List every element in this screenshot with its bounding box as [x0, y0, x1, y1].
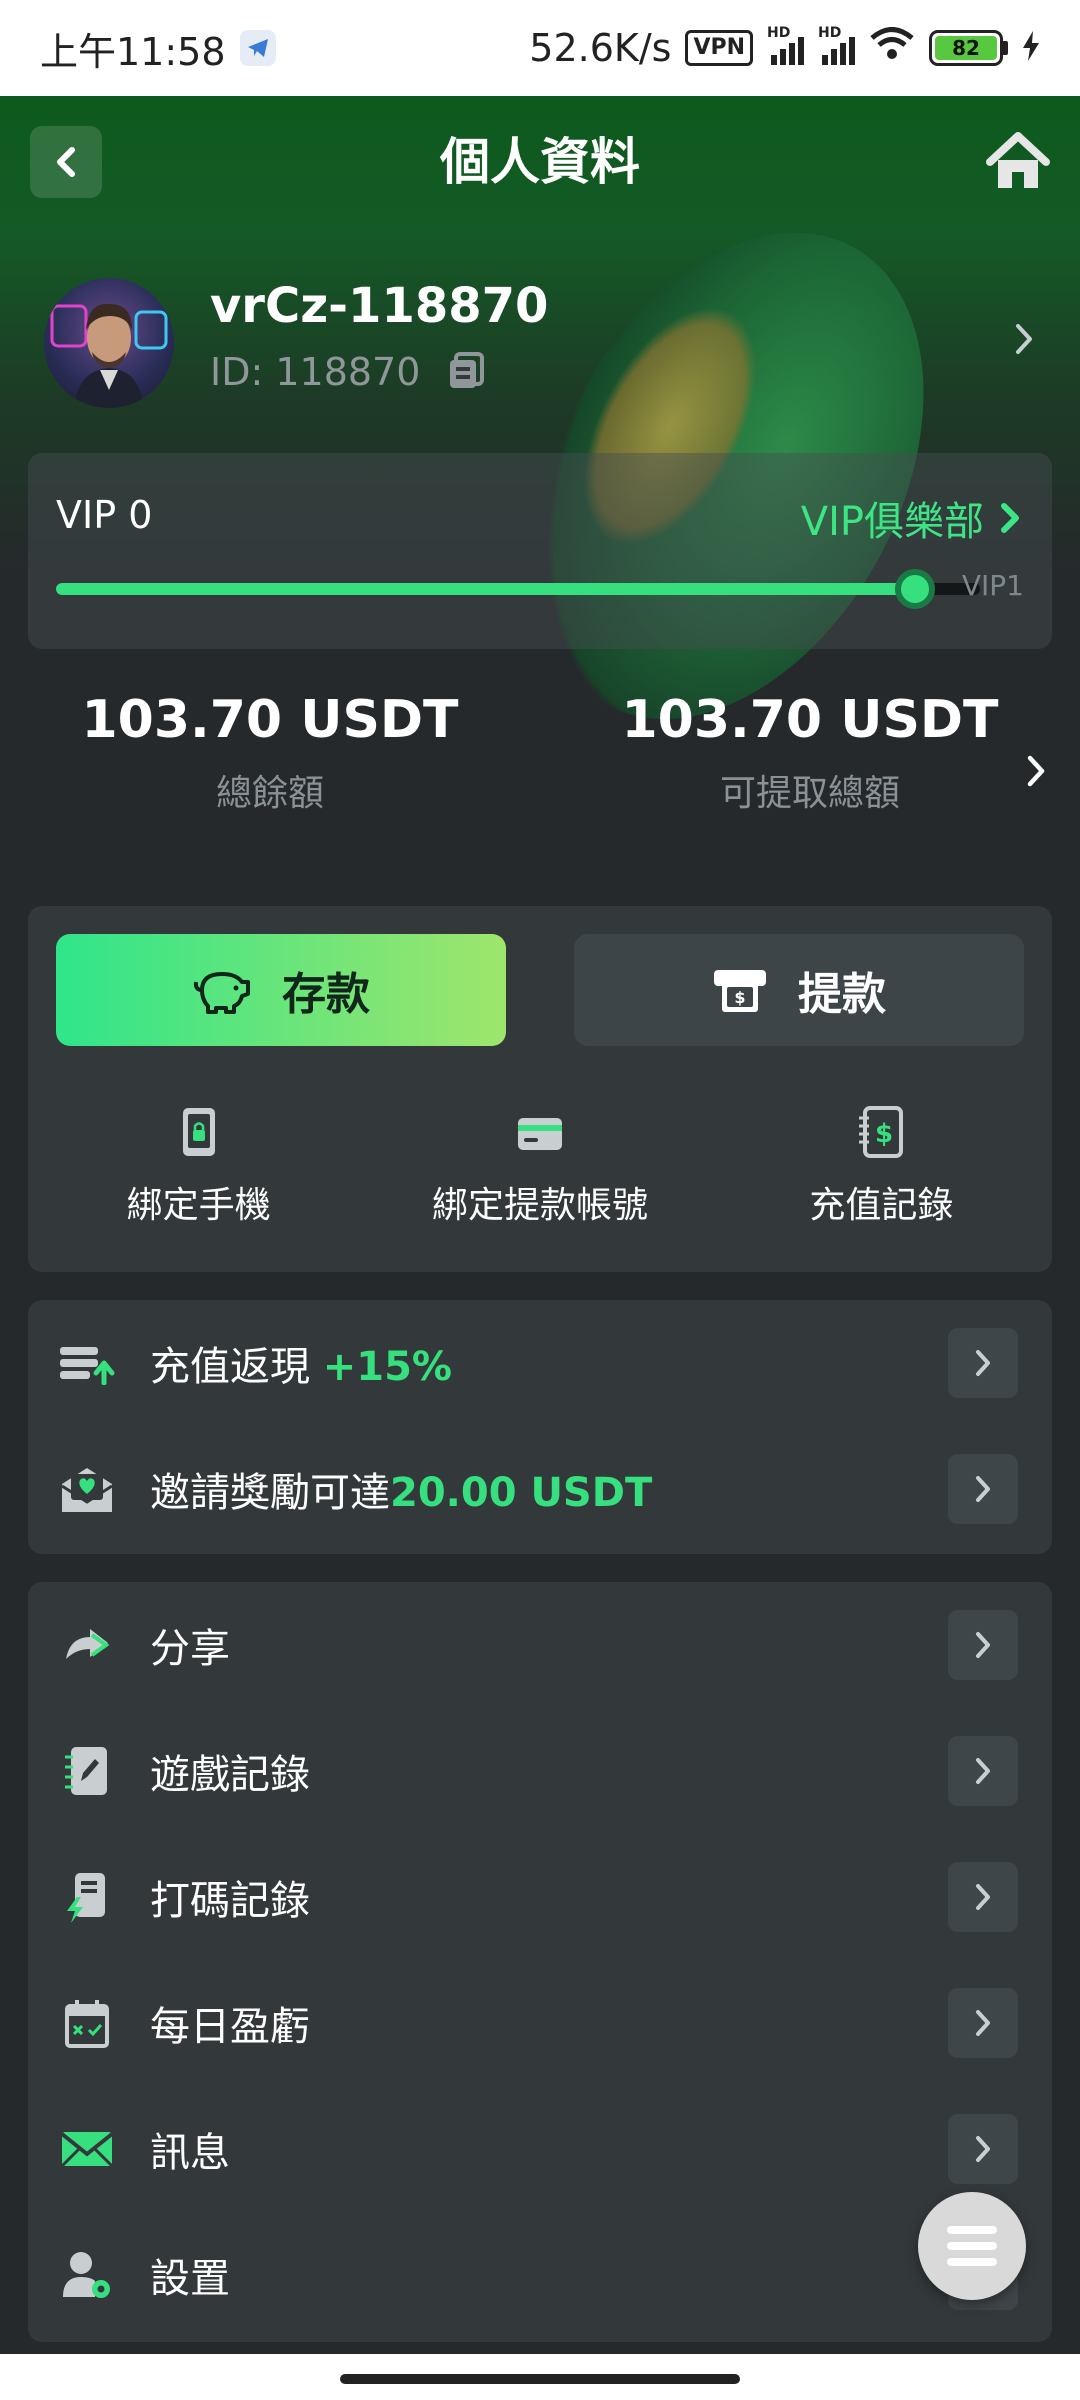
svg-text:$: $ [734, 988, 745, 1007]
dollar-notebook-icon: $ [859, 1106, 904, 1158]
chevron-right-icon[interactable] [948, 1328, 1018, 1398]
calendar-icon [58, 1994, 116, 2052]
total-balance: 103.70 USDT 總餘額 [40, 690, 500, 816]
balance-summary[interactable]: 103.70 USDT 總餘額 103.70 USDT 可提取總額 [0, 690, 1080, 830]
bet-record-icon [58, 1868, 116, 1926]
share-icon [58, 1616, 116, 1674]
signal-icon: HD [767, 25, 804, 65]
vip-level: VIP 0 [56, 493, 153, 537]
chevron-right-icon[interactable] [948, 1454, 1018, 1524]
signal-icon-2: HD [818, 25, 855, 65]
vpn-badge: VPN [685, 30, 753, 66]
telegram-icon [239, 30, 276, 66]
chevron-right-icon[interactable] [948, 1988, 1018, 2058]
total-balance-amount: 103.70 USDT [81, 690, 459, 750]
user-settings-icon [58, 2246, 116, 2304]
chevron-right-icon[interactable] [948, 1610, 1018, 1680]
copy-icon[interactable] [446, 350, 486, 394]
home-icon [986, 132, 1050, 188]
menu-item-messages[interactable]: 訊息 [28, 2086, 1052, 2212]
chevron-right-icon[interactable] [948, 1736, 1018, 1806]
username: vrCz-118870 [210, 278, 549, 334]
wifi-icon [869, 26, 915, 70]
recharge-record-button[interactable]: $ 充值記錄 [711, 1106, 1052, 1246]
withdrawable-balance-label: 可提取總額 [719, 773, 900, 814]
profile-summary[interactable]: vrCz-118870 ID: 118870 [44, 270, 1044, 410]
user-id: ID: 118870 [210, 350, 421, 394]
status-time: 上午11:58 [40, 29, 226, 74]
vip-progress-bar [56, 569, 980, 609]
network-speed: 52.6K/s [529, 26, 672, 70]
promotions-panel: 充值返現 +15% 邀請獎勵可達20.00 USDT [28, 1300, 1052, 1554]
invite-envelope-icon [58, 1460, 116, 1518]
floating-menu-button[interactable] [918, 2192, 1026, 2300]
vip-club-link[interactable]: VIP俱樂部 [801, 489, 1022, 547]
menu-item-share[interactable]: 分享 [28, 1582, 1052, 1708]
recharge-cashback-text: 充值返現 +15% [150, 1344, 452, 1390]
avatar[interactable] [44, 278, 174, 408]
total-balance-label: 總餘額 [215, 773, 324, 814]
top-bar: 個人資料 [0, 96, 1080, 226]
menu-item-game-record[interactable]: 遊戲記錄 [28, 1708, 1052, 1834]
deposit-button[interactable]: 存款 [56, 934, 506, 1046]
recharge-cashback-row[interactable]: 充值返現 +15% [28, 1300, 1052, 1426]
invite-reward-row[interactable]: 邀請獎勵可達20.00 USDT [28, 1426, 1052, 1552]
card-icon [517, 1118, 562, 1150]
wallet-actions-panel: 存款 $ 提款 綁定手機 綁定提款帳號 $ 充值記錄 [28, 906, 1052, 1272]
vip-next-level: VIP1 [961, 569, 1024, 602]
vip-progress-knob [895, 569, 936, 609]
vip-progress-fill [56, 583, 916, 595]
atm-icon: $ [714, 970, 766, 1012]
menu-item-daily-profit[interactable]: 每日盈虧 [28, 1960, 1052, 2086]
mail-icon [58, 2120, 116, 2178]
svg-text:$: $ [875, 1119, 893, 1149]
piggy-bank-icon [193, 972, 250, 1014]
home-indicator[interactable] [340, 2374, 740, 2384]
charging-icon [1022, 26, 1040, 70]
menu-item-bet-record[interactable]: 打碼記錄 [28, 1834, 1052, 1960]
menu-list: 分享 遊戲記錄 打碼記錄 每日盈虧 訊息 設置 [28, 1582, 1052, 2342]
bind-withdraw-account-button[interactable]: 綁定提款帳號 [369, 1106, 710, 1246]
withdrawable-balance-amount: 103.70 USDT [621, 690, 999, 750]
chevron-right-icon[interactable] [948, 2114, 1018, 2184]
system-navigation-bar [0, 2354, 1080, 2400]
game-record-icon [58, 1742, 116, 1800]
phone-lock-icon [182, 1108, 215, 1156]
battery-icon: 82 [929, 30, 1008, 66]
bind-phone-button[interactable]: 綁定手機 [28, 1106, 369, 1246]
chevron-right-icon[interactable] [948, 1862, 1018, 1932]
home-button[interactable] [984, 130, 1052, 194]
chevron-right-icon[interactable] [1016, 746, 1056, 796]
status-bar: 上午11:58 52.6K/s VPN HD HD 82 [0, 0, 1080, 96]
chevron-right-icon [1001, 503, 1019, 533]
vip-card: VIP 0 VIP俱樂部 VIP1 [28, 453, 1052, 649]
invite-reward-text: 邀請獎勵可達20.00 USDT [150, 1470, 653, 1516]
withdrawable-balance: 103.70 USDT 可提取總額 [580, 690, 1040, 816]
withdraw-button[interactable]: $ 提款 [574, 934, 1024, 1046]
menu-item-settings[interactable]: 設置 [28, 2212, 1052, 2338]
chevron-right-icon[interactable] [1004, 314, 1044, 364]
recharge-cashback-icon [58, 1334, 116, 1392]
page-title: 個人資料 [440, 133, 640, 191]
